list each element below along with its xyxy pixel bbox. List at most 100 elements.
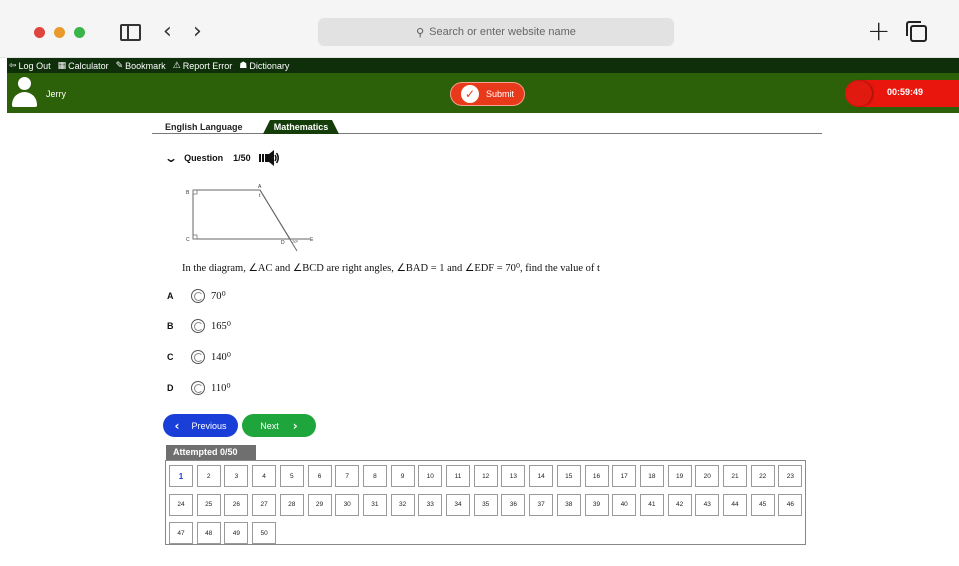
question-nav-cell[interactable]: 34: [446, 493, 470, 516]
question-nav-cell[interactable]: 32: [390, 493, 415, 516]
question-nav-cell[interactable]: 12: [473, 465, 498, 487]
question-nav-cell[interactable]: 9: [390, 465, 415, 487]
sidebar-icon[interactable]: [120, 24, 141, 41]
question-nav-cell[interactable]: 25: [196, 493, 221, 516]
question-nav-cell[interactable]: 16: [584, 465, 609, 487]
question-nav-cell[interactable]: 41: [639, 493, 664, 516]
question-nav-cell[interactable]: 4: [252, 465, 277, 487]
question-nav-cell[interactable]: 20: [695, 465, 720, 487]
question-grid: 1 2 3 4 5 6 7 8 9 10 11 12 13 14 15 16 17 18 19 20 21 22 23 24 2…: [165, 460, 806, 545]
question-nav-cell[interactable]: 28: [279, 493, 304, 516]
question-nav-cell[interactable]: 36: [501, 493, 526, 516]
check-icon: ✓: [460, 85, 479, 103]
tab-mathematics[interactable]: Mathematics: [263, 120, 339, 134]
question-nav-cell[interactable]: 29: [307, 493, 332, 516]
menu-item-label: Bookmark: [125, 60, 166, 71]
question-nav-cell[interactable]: 31: [362, 493, 387, 516]
option-text: 70⁰: [211, 291, 226, 302]
calculator-button[interactable]: ▦ Calculator: [58, 61, 109, 71]
question-number: 1/50: [233, 153, 251, 163]
question-nav-cell[interactable]: 15: [556, 465, 581, 487]
question-nav-cell[interactable]: 5: [279, 465, 304, 487]
maximize-window-button[interactable]: [74, 27, 85, 38]
question-nav-cell[interactable]: 7: [335, 465, 360, 487]
report-error-button[interactable]: ⚠ Report Error: [173, 61, 233, 71]
option-radio[interactable]: [191, 319, 205, 333]
timer-value: 00:59:49: [887, 87, 924, 97]
question-nav-cell[interactable]: 10: [418, 465, 443, 487]
question-nav-cell[interactable]: 48: [196, 522, 221, 544]
question-nav-cell[interactable]: 30: [335, 493, 360, 516]
option-c[interactable]: C 140⁰: [167, 348, 231, 366]
bookmark-button[interactable]: ✎ Bookmark: [116, 61, 166, 71]
question-nav-cell[interactable]: 8: [362, 465, 387, 487]
back-arrow-icon[interactable]: ‹: [163, 21, 172, 43]
menu-item-label: Report Error: [182, 60, 233, 71]
question-nav-cell[interactable]: 6: [307, 465, 332, 487]
menu-item-label: Log Out: [18, 60, 51, 71]
option-a[interactable]: A 70⁰: [167, 287, 226, 305]
next-label: Next: [260, 420, 279, 431]
question-nav-cell[interactable]: 45: [750, 493, 775, 516]
question-nav-cell[interactable]: 37: [529, 493, 554, 516]
tabs-overview-icon[interactable]: [906, 21, 927, 42]
question-nav-cell[interactable]: 47: [169, 522, 193, 544]
dictionary-button[interactable]: ☗ Dictionary: [239, 61, 289, 71]
question-nav-cell[interactable]: 11: [446, 465, 470, 487]
question-label: Question: [184, 153, 224, 163]
question-nav-cell[interactable]: 43: [695, 493, 720, 516]
question-nav-cell[interactable]: 50: [252, 522, 277, 544]
question-nav-cell[interactable]: 24: [169, 493, 193, 516]
question-nav-cell[interactable]: 2: [196, 465, 221, 487]
option-text: 165⁰: [211, 321, 231, 332]
question-nav-cell[interactable]: 46: [778, 493, 803, 516]
question-nav-cell[interactable]: 33: [418, 493, 443, 516]
previous-button[interactable]: ‹ Previous: [163, 414, 238, 437]
question-nav-cell[interactable]: 49: [224, 522, 249, 544]
question-nav-cell[interactable]: 14: [529, 465, 554, 487]
question-nav-cell[interactable]: 39: [584, 493, 609, 516]
option-b[interactable]: B 165⁰: [167, 317, 231, 335]
option-radio[interactable]: [191, 350, 205, 364]
option-letter: D: [167, 383, 174, 393]
question-nav-cell[interactable]: 26: [224, 493, 249, 516]
option-d[interactable]: D 110⁰: [167, 379, 231, 397]
chevron-down-icon[interactable]: ⌄: [164, 151, 178, 165]
question-nav-cell[interactable]: 40: [612, 493, 637, 516]
question-nav-cell[interactable]: 23: [778, 465, 803, 487]
minimize-window-button[interactable]: [54, 27, 65, 38]
option-radio[interactable]: [191, 381, 205, 395]
next-button[interactable]: Next ›: [242, 414, 316, 437]
question-nav-cell[interactable]: 42: [667, 493, 692, 516]
question-header: ⌄ Question 1/50: [164, 150, 280, 166]
forward-arrow-icon[interactable]: ›: [193, 21, 202, 43]
question-nav-cell[interactable]: 17: [612, 465, 637, 487]
close-window-button[interactable]: [34, 27, 45, 38]
speaker-icon[interactable]: [258, 150, 280, 166]
option-letter: A: [167, 291, 174, 301]
question-nav-cell[interactable]: 22: [750, 465, 775, 487]
logout-button[interactable]: ⇦ Log Out: [9, 61, 51, 71]
previous-label: Previous: [191, 420, 227, 431]
question-nav-cell[interactable]: 44: [723, 493, 747, 516]
option-text: 110⁰: [211, 383, 231, 394]
tab-english-language[interactable]: English Language: [165, 120, 243, 134]
address-bar[interactable]: ⚲ Search or enter website name: [318, 18, 674, 46]
label-e: E: [310, 237, 314, 243]
question-nav-cell[interactable]: 21: [723, 465, 747, 487]
question-nav-cell[interactable]: 38: [556, 493, 581, 516]
question-nav-cell[interactable]: 1: [169, 465, 193, 487]
option-radio[interactable]: [191, 289, 205, 303]
new-tab-icon[interactable]: +: [867, 17, 890, 45]
label-d: D: [281, 240, 285, 246]
question-nav-cell[interactable]: 13: [501, 465, 526, 487]
question-nav-cell[interactable]: 27: [252, 493, 277, 516]
address-placeholder: Search or enter website name: [429, 26, 576, 38]
question-nav-cell[interactable]: 35: [473, 493, 498, 516]
countdown-timer: 00:59:49: [845, 80, 959, 107]
question-nav-cell[interactable]: 18: [639, 465, 664, 487]
submit-button[interactable]: ✓ Submit: [450, 82, 525, 106]
question-nav-cell[interactable]: 19: [667, 465, 692, 487]
menu-item-label: Dictionary: [249, 60, 290, 71]
question-nav-cell[interactable]: 3: [224, 465, 249, 487]
